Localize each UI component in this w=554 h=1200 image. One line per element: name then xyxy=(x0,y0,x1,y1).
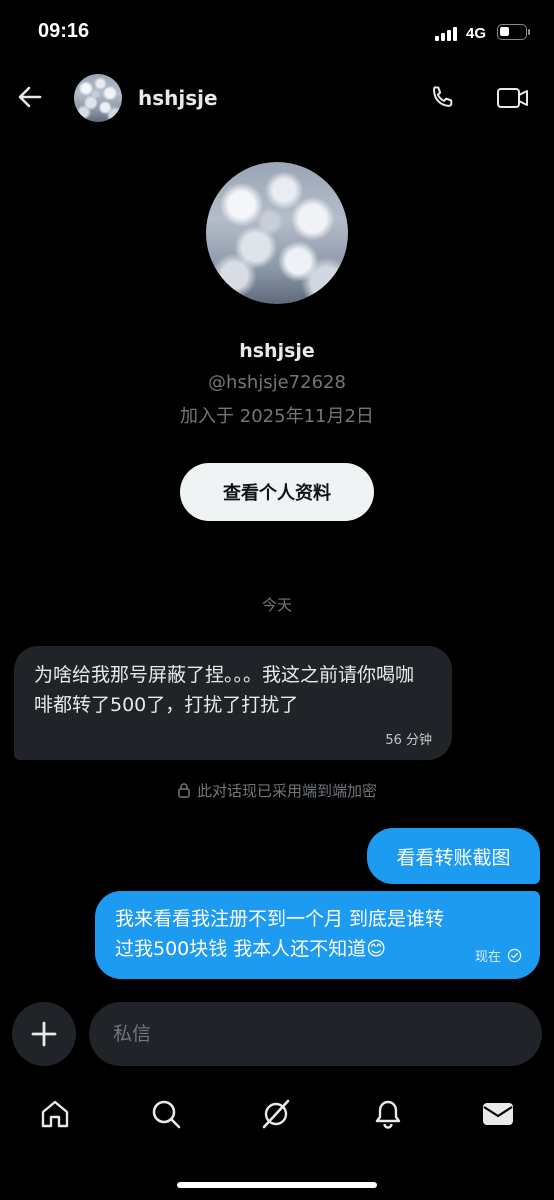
message-meta: 现在 xyxy=(475,946,522,965)
video-icon xyxy=(497,88,528,108)
profile-name: hshjsje xyxy=(239,340,315,362)
bell-icon xyxy=(375,1100,401,1129)
plus-icon xyxy=(31,1021,57,1047)
nav-home[interactable] xyxy=(37,1096,73,1132)
grok-icon xyxy=(262,1099,290,1129)
message-text: 看看转账截图 xyxy=(396,846,511,869)
battery-tip xyxy=(528,29,530,35)
sent-check-icon xyxy=(507,948,522,963)
encryption-notice-text: 此对话现已采用端到端加密 xyxy=(196,782,377,800)
message-timestamp: 现在 xyxy=(474,950,501,965)
profile-joined-date: 加入于 2025年11月2日 xyxy=(180,406,374,427)
status-time: 09:16 xyxy=(38,20,90,42)
message-bubble-outgoing[interactable]: 我来看看我注册不到一个月 到底是谁转过我500块钱 我本人还不知道😊 现在 xyxy=(95,891,540,979)
video-call-button[interactable] xyxy=(496,83,530,117)
message-timestamp: 56 分钟 xyxy=(385,733,432,748)
home-indicator xyxy=(177,1182,377,1188)
mail-icon xyxy=(483,1103,513,1125)
message-bubble-outgoing[interactable]: 看看转账截图 xyxy=(367,828,540,884)
view-profile-button[interactable]: 查看个人资料 xyxy=(180,463,374,521)
profile-avatar[interactable] xyxy=(206,162,348,304)
header-avatar[interactable] xyxy=(74,74,122,122)
nav-grok[interactable] xyxy=(258,1096,294,1132)
message-bubble-incoming[interactable]: 为啥给我那号屏蔽了捏。。。我这之前请你喝咖啡都转了500了，打扰了打扰了 56 … xyxy=(14,646,452,760)
profile-handle: @hshjsje72628 xyxy=(208,372,346,393)
network-type: 4G xyxy=(466,25,487,42)
encryption-notice: 此对话现已采用端到端加密 xyxy=(0,780,554,801)
nav-notifications[interactable] xyxy=(370,1096,406,1132)
phone-icon xyxy=(433,86,453,107)
message-text: 我来看看我注册不到一个月 到底是谁转过我500块钱 我本人还不知道😊 xyxy=(115,908,445,960)
call-button[interactable] xyxy=(427,83,457,117)
back-button[interactable] xyxy=(16,83,44,115)
message-text: 为啥给我那号屏蔽了捏。。。我这之前请你喝咖啡都转了500了，打扰了打扰了 xyxy=(34,664,415,716)
nav-messages[interactable] xyxy=(480,1096,516,1132)
search-icon xyxy=(152,1100,181,1129)
lock-icon xyxy=(178,783,190,798)
day-separator: 今天 xyxy=(261,596,292,614)
signal-icon xyxy=(435,27,461,41)
header-username[interactable]: hshjsje xyxy=(138,86,218,110)
nav-search[interactable] xyxy=(148,1096,184,1132)
message-input[interactable] xyxy=(89,1002,542,1066)
arrow-left-icon xyxy=(18,86,42,108)
battery-icon xyxy=(497,24,527,40)
add-attachment-button[interactable] xyxy=(12,1002,76,1066)
home-icon xyxy=(41,1100,69,1128)
